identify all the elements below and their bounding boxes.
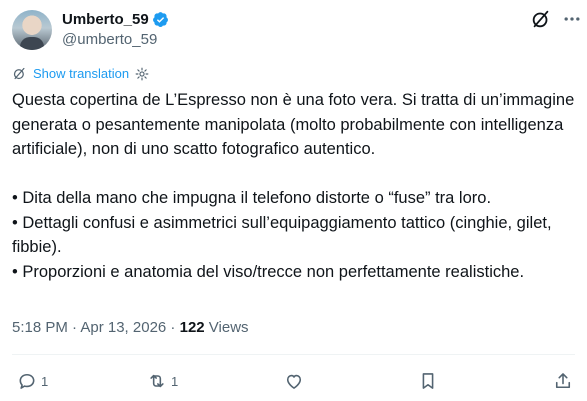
author-name-row: Umberto_59 [62, 11, 169, 28]
bookmark-icon [422, 373, 434, 389]
timestamp[interactable]: 5:18 PM · Apr 13, 2026 [12, 319, 166, 336]
tweet-bullet: • Dita della mano che impugna il telefon… [12, 189, 492, 207]
heart-icon [286, 374, 302, 389]
reply-icon [19, 373, 35, 389]
repost-count: 1 [171, 373, 179, 389]
more-options-icon[interactable] [562, 9, 582, 29]
grok-translate-icon [13, 67, 25, 80]
grok-icon[interactable] [530, 8, 552, 30]
action-bar: 1 1 [0, 371, 587, 393]
tweet-text: Questa copertina de L’Espresso non è una… [12, 88, 577, 284]
author-handle[interactable]: @umberto_59 [62, 31, 157, 48]
views-label: Views [204, 319, 249, 336]
author-avatar[interactable] [12, 10, 52, 50]
author-name[interactable]: Umberto_59 [62, 11, 149, 28]
bookmark-button[interactable] [418, 371, 438, 391]
verified-badge-icon [152, 12, 168, 28]
tweet-meta: 5:18 PM · Apr 13, 2026 · 122 Views [12, 319, 249, 336]
gear-icon[interactable] [135, 67, 149, 81]
views-count: 122 [179, 319, 205, 336]
repost-button[interactable]: 1 [147, 371, 178, 391]
reply-button[interactable]: 1 [17, 371, 48, 391]
tweet-bullet: • Dettagli confusi e asimmetrici sull’eq… [12, 213, 552, 257]
show-translation-link[interactable]: Show translation [33, 66, 129, 81]
share-button[interactable] [553, 371, 573, 391]
share-icon [555, 373, 571, 389]
meta-separator: · [166, 319, 180, 336]
divider [12, 354, 575, 355]
like-button[interactable] [284, 371, 304, 391]
reply-count: 1 [41, 373, 49, 389]
tweet-paragraph: Questa copertina de L’Espresso non è una… [12, 91, 575, 158]
repost-icon [150, 374, 164, 388]
show-translation-row[interactable]: Show translation [12, 66, 149, 81]
tweet-bullet: • Proporzioni e anatomia del viso/trecce… [12, 262, 525, 281]
